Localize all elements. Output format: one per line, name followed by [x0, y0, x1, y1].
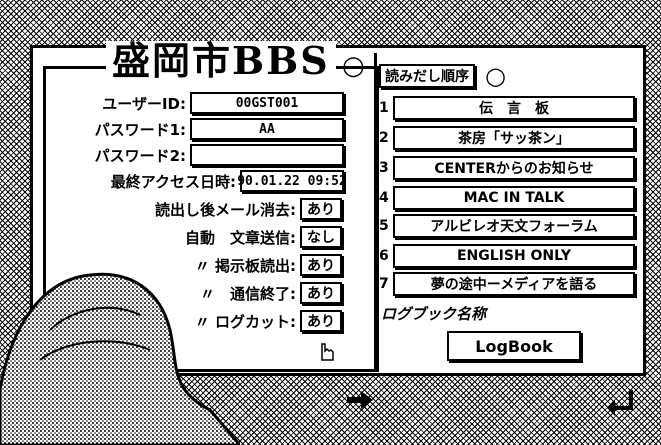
- board-item[interactable]: 1 伝 言 板: [379, 96, 635, 120]
- board-item[interactable]: 5 アルビレオ天文フォーラム: [379, 214, 635, 238]
- user-id-field[interactable]: 00GST001: [190, 92, 344, 114]
- last-access-field: 90.01.22 09:52: [237, 170, 347, 192]
- password2-row: パスワード2:: [46, 143, 344, 167]
- mouse-cursor-icon: [321, 343, 334, 361]
- read-order-header: 読みだし順序 ○: [379, 64, 506, 88]
- last-access-label: 最終アクセス日時:: [110, 172, 236, 191]
- board-name[interactable]: ENGLISH ONLY: [393, 244, 635, 268]
- password2-field[interactable]: [190, 144, 344, 166]
- read-order-button[interactable]: 読みだし順序: [379, 64, 475, 88]
- user-id-row: ユーザーID: 00GST001: [46, 91, 344, 115]
- speech-bubble-icon[interactable]: ○: [342, 51, 365, 81]
- panel-divider: [374, 53, 377, 371]
- board-number: 7: [379, 276, 389, 292]
- pointing-finger-image: [0, 272, 240, 445]
- password1-row: パスワード1: AA: [46, 117, 344, 141]
- board-number: 3: [379, 160, 389, 176]
- board-name[interactable]: CENTERからのお知らせ: [393, 156, 635, 180]
- board-number: 4: [379, 190, 389, 206]
- arrow-right-icon[interactable]: [345, 388, 375, 412]
- board-name[interactable]: MAC IN TALK: [393, 186, 635, 210]
- delete-mail-label: 読出し後メール消去:: [155, 200, 296, 219]
- board-name[interactable]: 伝 言 板: [393, 96, 635, 120]
- logbook-field[interactable]: LogBook: [447, 331, 581, 361]
- board-item[interactable]: 3 CENTERからのお知らせ: [379, 156, 635, 180]
- last-access-row: 最終アクセス日時: 90.01.22 09:52: [46, 169, 347, 193]
- delete-mail-row: 読出し後メール消去: あり: [46, 197, 342, 221]
- delete-mail-toggle[interactable]: あり: [300, 198, 342, 220]
- log-cut-toggle[interactable]: あり: [300, 310, 342, 332]
- page-title: 盛岡市BBS: [106, 41, 336, 81]
- auto-send-label: 自動 文章送信:: [185, 228, 296, 247]
- board-item[interactable]: 2 茶房「サッ茶ン」: [379, 126, 635, 150]
- return-arrow-icon[interactable]: [605, 388, 635, 418]
- board-name[interactable]: 茶房「サッ茶ン」: [393, 126, 635, 150]
- password1-field[interactable]: AA: [190, 118, 344, 140]
- board-name[interactable]: アルビレオ天文フォーラム: [393, 214, 635, 238]
- board-number: 6: [379, 248, 389, 264]
- board-number: 2: [379, 130, 389, 146]
- comm-end-toggle[interactable]: あり: [300, 282, 342, 304]
- board-name[interactable]: 夢の途中ーメディアを語る: [393, 272, 635, 296]
- password1-label: パスワード1:: [94, 120, 186, 139]
- board-item[interactable]: 4 MAC IN TALK: [379, 186, 635, 210]
- auto-send-toggle[interactable]: なし: [300, 226, 342, 248]
- password2-label: パスワード2:: [94, 146, 186, 165]
- user-id-label: ユーザーID:: [102, 94, 186, 113]
- board-number: 1: [379, 100, 389, 116]
- board-item[interactable]: 6 ENGLISH ONLY: [379, 244, 635, 268]
- speech-bubble-icon[interactable]: ○: [485, 64, 506, 88]
- board-number: 5: [379, 218, 389, 234]
- logbook-label: ログブック名称: [381, 305, 487, 323]
- auto-send-row: 自動 文章送信: なし: [46, 225, 342, 249]
- board-read-toggle[interactable]: あり: [300, 254, 342, 276]
- board-item[interactable]: 7 夢の途中ーメディアを語る: [379, 272, 635, 296]
